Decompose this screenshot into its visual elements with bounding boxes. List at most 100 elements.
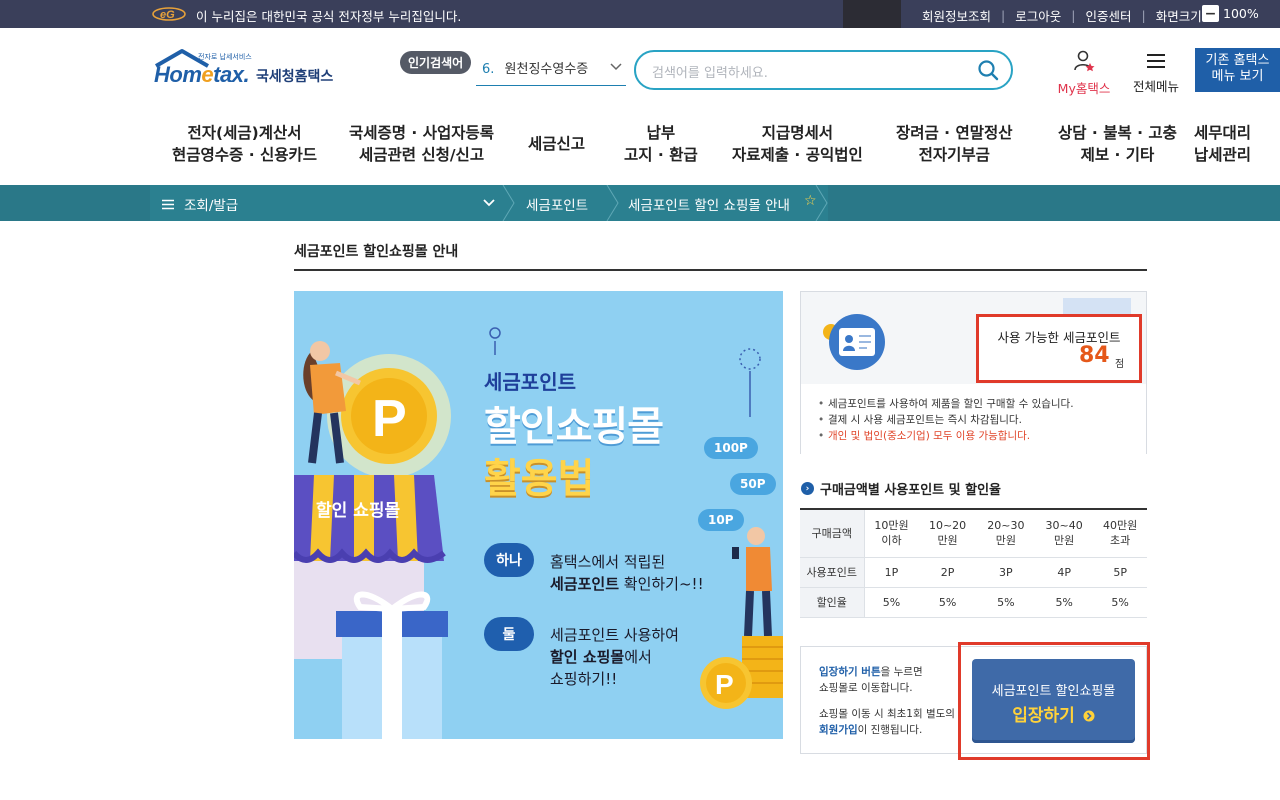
my-hometax-label: My홈택스 bbox=[1057, 81, 1111, 96]
nav-item-tax-filing[interactable]: 세금신고 bbox=[528, 133, 585, 155]
breadcrumb-separator bbox=[606, 185, 619, 221]
enter-button-line2: 입장하기 bbox=[972, 701, 1135, 726]
rate-table: 구매금액 10만원 이하 10~20 만원 20~30 만원 30~40 만원 40만원… bbox=[800, 508, 1147, 618]
list-item: 개인 및 법인(중소기업) 모두 이용 가능합니다. bbox=[816, 428, 1074, 444]
point-bubble: 10P bbox=[698, 509, 744, 531]
gov-notice-text: 이 누리집은 대한민국 공식 전자정부 누리집입니다. bbox=[196, 9, 462, 24]
logo-korean: 국세청홈택스 bbox=[256, 69, 334, 85]
rate-table-title: › 구매금액별 사용포인트 및 할인율 bbox=[801, 479, 1001, 498]
table-cell: 5% bbox=[976, 587, 1036, 618]
zoom-value: 100% bbox=[1223, 6, 1259, 21]
id-card-icon bbox=[823, 314, 885, 370]
table-cell: 1P bbox=[864, 557, 919, 588]
chevron-down-icon[interactable] bbox=[610, 60, 622, 75]
step2-text: 세금포인트 사용하여 할인 쇼핑몰에서 쇼핑하기!! bbox=[550, 626, 679, 688]
table-header-cell: 40만원 초과 bbox=[1093, 508, 1147, 558]
table-row: 할인율 5% 5% 5% 5% 5% bbox=[800, 587, 1147, 618]
nav-item-agent[interactable]: 세무대리 납세관리 bbox=[1194, 122, 1251, 166]
nav-item-incentive[interactable]: 장려금 · 연말정산 전자기부금 bbox=[896, 122, 1013, 166]
table-cell: 5% bbox=[1035, 587, 1094, 618]
chevron-down-icon[interactable] bbox=[482, 195, 496, 213]
table-header-cell: 30~40 만원 bbox=[1035, 508, 1094, 558]
points-unit: 점 bbox=[1115, 359, 1125, 370]
point-bubble: 50P bbox=[730, 473, 776, 495]
table-cell: 5% bbox=[864, 587, 919, 618]
svg-text:P: P bbox=[715, 669, 734, 700]
breadcrumb-level1: 조회/발급 bbox=[184, 198, 239, 214]
search-input[interactable]: 검색어를 입력하세요. bbox=[652, 62, 768, 81]
arrow-circle-icon bbox=[1083, 710, 1095, 722]
list-item: 세금포인트를 사용하여 제품을 할인 구매할 수 있습니다. bbox=[816, 396, 1074, 412]
old-menu-button[interactable]: 기존 홈택스 메뉴 보기 bbox=[1195, 48, 1280, 92]
popular-search-badge: 인기검색어 bbox=[400, 51, 472, 74]
nav-item-payment[interactable]: 납부 고지 · 환급 bbox=[624, 122, 698, 166]
point-bubble: 100P bbox=[704, 437, 758, 459]
menu-icon bbox=[162, 199, 174, 209]
table-cell: 2P bbox=[918, 557, 977, 588]
my-hometax-button[interactable]: My홈택스 bbox=[1052, 50, 1116, 97]
banner-title-big: 할인쇼핑몰 bbox=[484, 404, 664, 450]
enter-button-line1: 세금포인트 할인쇼핑몰 bbox=[991, 684, 1116, 699]
title-divider bbox=[294, 269, 1147, 271]
main-nav: 전자(세금)계산서 현금영수증 · 신용카드 국세증명 · 사업자등록 세금관련 신… bbox=[150, 122, 1280, 172]
table-cell: 3P bbox=[976, 557, 1036, 588]
table-row: 구매금액 10만원 이하 10~20 만원 20~30 만원 30~40 만원 40만원… bbox=[800, 508, 1147, 558]
hamburger-icon bbox=[1147, 54, 1165, 68]
popular-search-dropdown[interactable]: 6. 원천징수영수증 bbox=[476, 58, 626, 86]
zoom-out-button[interactable]: − bbox=[1202, 5, 1219, 22]
table-header-cell: 10~20 만원 bbox=[918, 508, 977, 558]
hometax-logo[interactable]: 전자로 납세서비스 Hometax. 국세청홈택스 bbox=[152, 48, 348, 98]
table-row-label: 사용포인트 bbox=[800, 557, 865, 588]
list-item: 결제 시 사용 세금포인트는 즉시 차감됩니다. bbox=[816, 412, 1074, 428]
table-row: 사용포인트 1P 2P 3P 4P 5P bbox=[800, 557, 1147, 588]
breadcrumb: 조회/발급 세금포인트 세금포인트 할인 쇼핑몰 안내 ☆ bbox=[0, 185, 1280, 221]
zoom-control: − 100% bbox=[1202, 5, 1259, 22]
search-box: 검색어를 입력하세요. bbox=[634, 50, 1013, 90]
breadcrumb-separator bbox=[815, 185, 828, 221]
member-info-link[interactable]: 회원정보조회 bbox=[912, 6, 1001, 25]
table-cell: 5P bbox=[1093, 557, 1147, 588]
logo-tagline: 전자로 납세서비스 bbox=[198, 53, 252, 61]
user-icon bbox=[1074, 50, 1095, 72]
egov-logo-icon: eG bbox=[152, 7, 186, 21]
nav-item-certificate[interactable]: 국세증명 · 사업자등록 세금관련 신청/신고 bbox=[349, 122, 494, 166]
awning-label: 할인 쇼핑몰 bbox=[316, 501, 401, 521]
table-header-cell: 구매금액 bbox=[800, 508, 865, 558]
all-menu-button[interactable]: 전체메뉴 bbox=[1128, 52, 1184, 95]
table-header-cell: 10만원 이하 bbox=[864, 508, 919, 558]
points-notice-list: 세금포인트를 사용하여 제품을 할인 구매할 수 있습니다. 결제 시 사용 세… bbox=[816, 396, 1074, 444]
redacted-area bbox=[843, 0, 901, 28]
table-cell: 5% bbox=[1093, 587, 1147, 618]
available-points-box: 사용 가능한 세금포인트 84 점 bbox=[976, 314, 1142, 383]
breadcrumb-menu[interactable]: 조회/발급 bbox=[162, 194, 238, 214]
step2-badge: 둘 bbox=[484, 617, 534, 651]
popular-term[interactable]: 원천징수영수증 bbox=[505, 62, 589, 77]
gov-notice-bar: eG 이 누리집은 대한민국 공식 전자정부 누리집입니다. 회원정보조회 | … bbox=[0, 0, 1280, 28]
all-menu-label: 전체메뉴 bbox=[1132, 79, 1179, 94]
search-icon[interactable] bbox=[977, 59, 999, 85]
svg-text:eG: eG bbox=[160, 9, 175, 21]
breadcrumb-separator bbox=[502, 185, 515, 221]
popular-rank: 6. bbox=[482, 62, 495, 77]
step1-text: 홈택스에서 적립된 세금포인트 확인하기~!! bbox=[550, 553, 704, 593]
table-header-cell: 20~30 만원 bbox=[976, 508, 1036, 558]
banner-title-yellow: 활용법 bbox=[484, 456, 595, 502]
cert-center-link[interactable]: 인증센터 bbox=[1075, 6, 1141, 25]
promo-banner: P P 세금포인트 할인쇼핑몰 활용법 100P 50P 10P 할인 쇼핑몰 … bbox=[294, 291, 783, 739]
enter-shopping-mall-button[interactable]: 세금포인트 할인쇼핑몰 입장하기 bbox=[972, 659, 1135, 743]
breadcrumb-level2[interactable]: 세금포인트 bbox=[526, 194, 588, 214]
logo-brand: Hometax. bbox=[154, 62, 250, 87]
nav-item-consult[interactable]: 상담 · 불복 · 고충 제보 · 기타 bbox=[1058, 122, 1177, 166]
breadcrumb-level3: 세금포인트 할인 쇼핑몰 안내 bbox=[628, 198, 790, 214]
utility-links: 회원정보조회 | 로그아웃 | 인증센터 | 화면크기 bbox=[912, 6, 1212, 25]
nav-item-einvoice[interactable]: 전자(세금)계산서 현금영수증 · 신용카드 bbox=[172, 122, 317, 166]
available-points-label: 사용 가능한 세금포인트 bbox=[997, 330, 1121, 345]
step1-badge: 하나 bbox=[484, 543, 534, 577]
table-row-label: 할인율 bbox=[800, 587, 865, 618]
table-cell: 5% bbox=[918, 587, 977, 618]
banner-title-small: 세금포인트 bbox=[484, 370, 576, 394]
nav-item-statement[interactable]: 지급명세서 자료제출 · 공익법인 bbox=[732, 122, 863, 166]
table-cell: 4P bbox=[1035, 557, 1094, 588]
logout-link[interactable]: 로그아웃 bbox=[1005, 6, 1071, 25]
page-title: 세금포인트 할인쇼핑몰 안내 bbox=[294, 244, 459, 260]
